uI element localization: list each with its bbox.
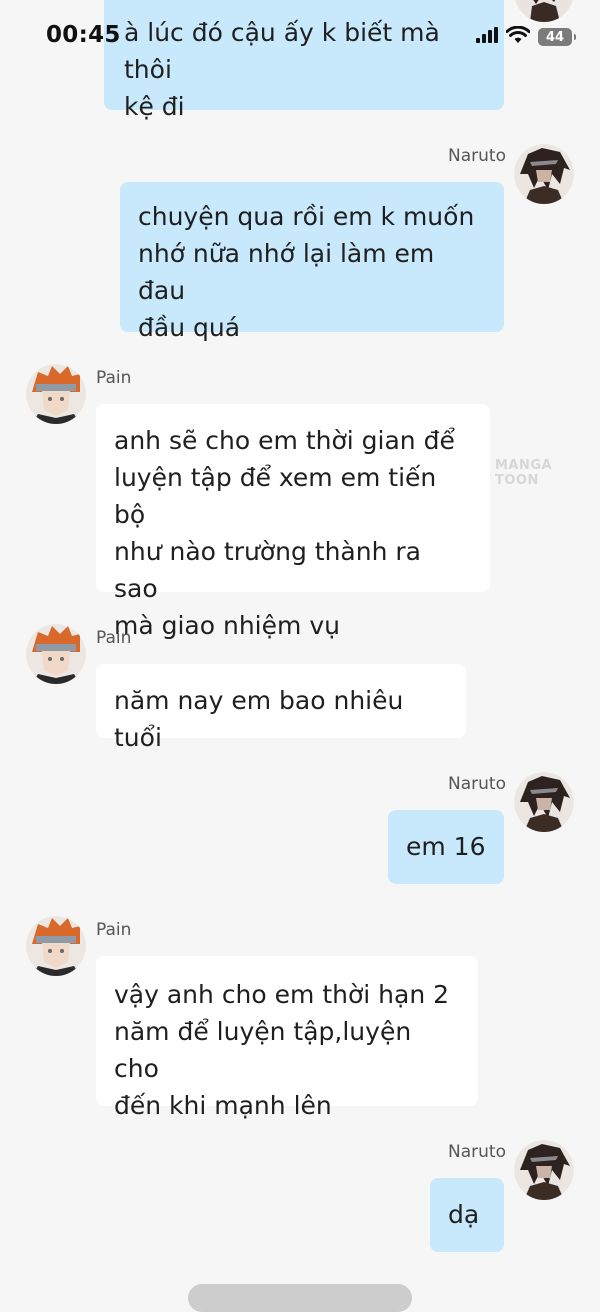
avatar-naruto[interactable]: [514, 0, 574, 22]
sender-name: Pain: [96, 628, 132, 648]
sender-name: Naruto: [448, 774, 506, 794]
sender-name: Naruto: [448, 1142, 506, 1162]
chat-area: à lúc đó cậu ấy k biết mà thôi kệ đi Nar…: [0, 0, 600, 1299]
message-bubble-received[interactable]: năm nay em bao nhiêu tuổi: [96, 664, 466, 752]
avatar-pain[interactable]: [26, 916, 86, 976]
message-bubble-received[interactable]: anh sẽ cho em thời gian để luyện tập để …: [96, 404, 490, 640]
avatar-naruto[interactable]: [514, 144, 574, 204]
sender-name: Pain: [96, 920, 132, 940]
sender-name: Naruto: [448, 146, 506, 166]
sender-name: Pain: [96, 368, 132, 388]
message-bubble-received[interactable]: vậy anh cho em thời hạn 2 năm để luyện t…: [96, 956, 478, 1120]
watermark: MANGA TOON: [495, 458, 553, 488]
avatar-naruto[interactable]: [514, 1140, 574, 1200]
message-bubble-sent[interactable]: em 16: [388, 810, 504, 884]
message-bubble-sent[interactable]: à lúc đó cậu ấy k biết mà thôi kệ đi: [104, 0, 504, 121]
home-indicator[interactable]: [188, 1284, 412, 1312]
avatar-pain[interactable]: [26, 364, 86, 424]
avatar-pain[interactable]: [26, 624, 86, 684]
avatar-naruto[interactable]: [514, 772, 574, 832]
message-bubble-sent[interactable]: chuyện qua rồi em k muốn nhớ nữa nhớ lại…: [120, 182, 504, 342]
message-bubble-sent[interactable]: dạ: [430, 1178, 504, 1252]
